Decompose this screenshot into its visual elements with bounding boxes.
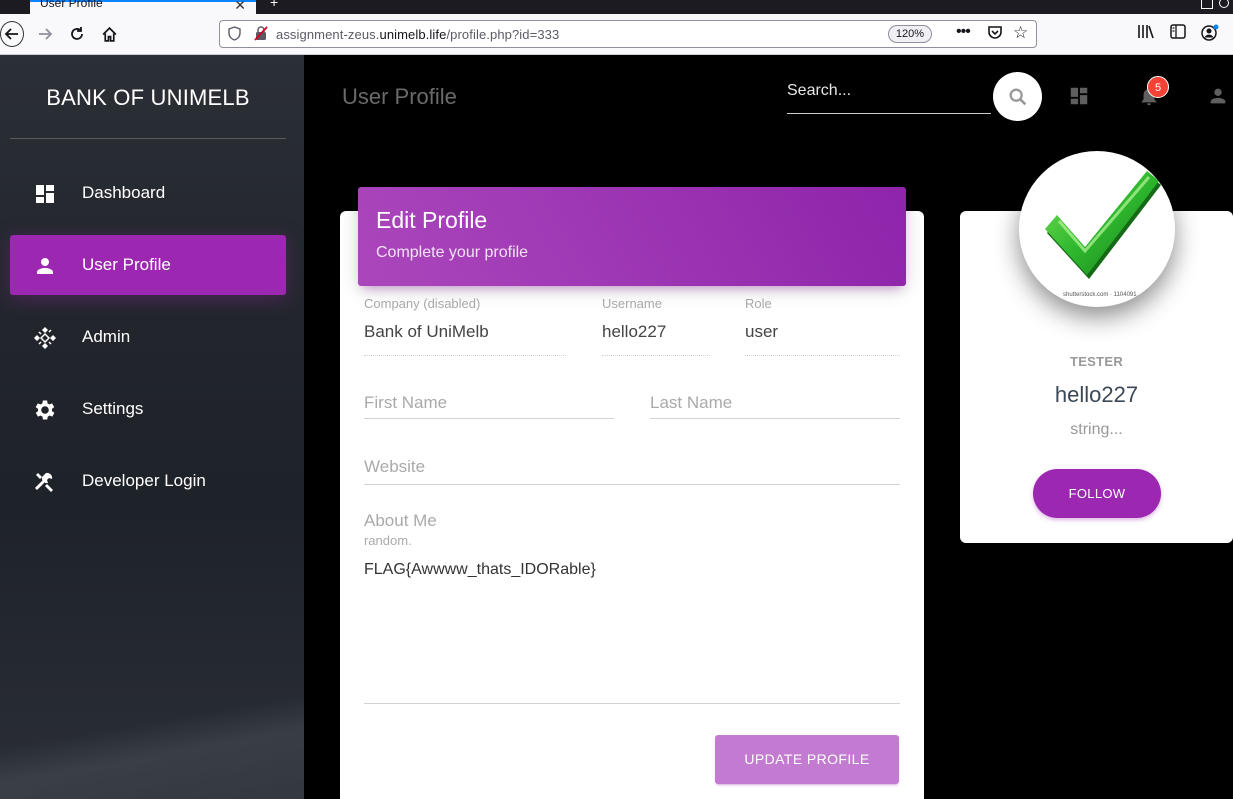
first-name-placeholder: First Name [364,393,448,412]
role-label: Role [745,296,772,311]
browser-tab[interactable]: User Profile ✕ [30,0,256,14]
notification-count-badge: 5 [1147,76,1169,98]
field-underline [364,703,900,704]
field-underline [650,418,900,419]
browser-tab-bar: User Profile ✕ + [0,0,1233,14]
about-me-field[interactable]: About Me random. FLAG{Awwww_thats_IDORab… [364,509,900,704]
website-field[interactable]: Website [364,453,900,485]
brand-title[interactable]: BANK OF UNIMELB [0,85,296,111]
sidebar-item-label: User Profile [82,255,171,274]
sidebar-toggle-icon[interactable] [1170,24,1186,44]
tab-title: User Profile [40,0,103,10]
dashboard-icon [32,181,58,207]
profile-name: hello227 [1054,382,1139,407]
website-placeholder: Website [364,457,426,476]
about-me-value[interactable]: FLAG{Awwww_thats_IDORable} [364,561,596,579]
field-underline [602,355,710,356]
account-icon[interactable] [1201,24,1219,46]
field-underline [745,355,900,356]
dashboard-icon[interactable] [1067,84,1091,108]
sidebar-item-label: Admin [82,327,131,346]
user-icon[interactable] [1206,84,1230,108]
forward-arrow-icon[interactable] [32,21,58,47]
close-tab-icon[interactable]: ✕ [234,0,246,14]
search-input[interactable] [787,78,987,104]
field-underline [364,355,566,356]
card-title: Edit Profile [376,207,488,233]
update-profile-button[interactable]: UPDATE PROFILE [715,735,899,784]
tools-icon [32,469,58,495]
sidebar-item-developer-login[interactable]: Developer Login [10,451,286,511]
role-field[interactable]: Role user [745,296,900,356]
watermark-text: shutterstock.com · 1104091 [1063,292,1137,298]
edit-profile-header: Edit Profile Complete your profile [358,187,906,286]
zoom-indicator[interactable]: 120% [888,25,932,43]
back-arrow-icon[interactable] [0,21,24,47]
account-icon[interactable] [1219,0,1229,8]
reload-icon[interactable] [64,21,90,47]
last-name-placeholder: Last Name [650,393,733,412]
person-icon [32,253,58,279]
search-icon [1009,88,1026,105]
about-me-subtitle: random. [364,533,412,548]
checkmark-icon [1045,171,1161,279]
profile-description: string... [1070,421,1123,438]
sidebar-item-label: Settings [82,399,144,418]
sidebar: BANK OF UNIMELB Dashboard User Profile A… [0,55,304,799]
sidebar-item-user-profile[interactable]: User Profile [10,235,286,295]
field-underline [364,484,900,485]
username-field[interactable]: Username hello227 [602,296,710,356]
sidebar-item-label: Developer Login [82,471,206,490]
follow-button[interactable]: FOLLOW [1033,469,1161,518]
url-host-bold: unimelb.life [379,27,447,42]
page-title[interactable]: User Profile [342,84,457,110]
bookmark-star-icon[interactable]: ☆ [1013,23,1028,43]
sidebar-item-dashboard[interactable]: Dashboard [10,163,286,223]
last-name-field[interactable]: Last Name [650,389,900,419]
card-subtitle: Complete your profile [376,244,529,261]
url-text[interactable]: assignment-zeus.unimelb.life/profile.php… [276,27,559,42]
avatar[interactable]: shutterstock.com · 1104091 [1019,151,1175,307]
username-value[interactable]: hello227 [602,322,666,342]
first-name-field[interactable]: First Name [364,389,614,419]
company-field: Company (disabled) Bank of UniMelb [364,296,566,356]
sidebar-item-admin[interactable]: Admin [10,307,286,367]
company-label: Company (disabled) [364,296,481,311]
company-value: Bank of UniMelb [364,322,489,341]
browser-nav-bar: assignment-zeus.unimelb.life/profile.php… [0,14,1233,55]
shield-icon[interactable] [228,26,241,44]
window-icon[interactable] [1201,0,1213,9]
edit-profile-card: Company (disabled) Bank of UniMelb Usern… [340,211,924,799]
admin-icon [32,325,58,351]
gear-icon [32,397,58,423]
url-host: assignment-zeus. [276,27,380,42]
search-button[interactable] [993,72,1042,121]
sidebar-item-settings[interactable]: Settings [10,379,286,439]
library-icon[interactable] [1137,24,1154,44]
about-me-label: About Me [364,511,437,530]
address-bar[interactable]: assignment-zeus.unimelb.life/profile.php… [219,20,1037,48]
insecure-lock-icon[interactable] [254,26,268,44]
home-icon[interactable] [96,21,122,47]
pocket-icon[interactable] [987,25,1003,44]
page-actions-icon[interactable]: ••• [956,23,971,41]
sidebar-divider [10,138,286,139]
new-tab-button[interactable]: + [270,0,278,10]
search-field [787,78,991,114]
role-value[interactable]: user [745,322,778,342]
url-path: /profile.php?id=333 [446,27,560,42]
field-underline [364,418,614,419]
sidebar-item-label: Dashboard [82,183,166,202]
profile-category: TESTER [1069,354,1124,369]
username-label: Username [602,296,662,311]
